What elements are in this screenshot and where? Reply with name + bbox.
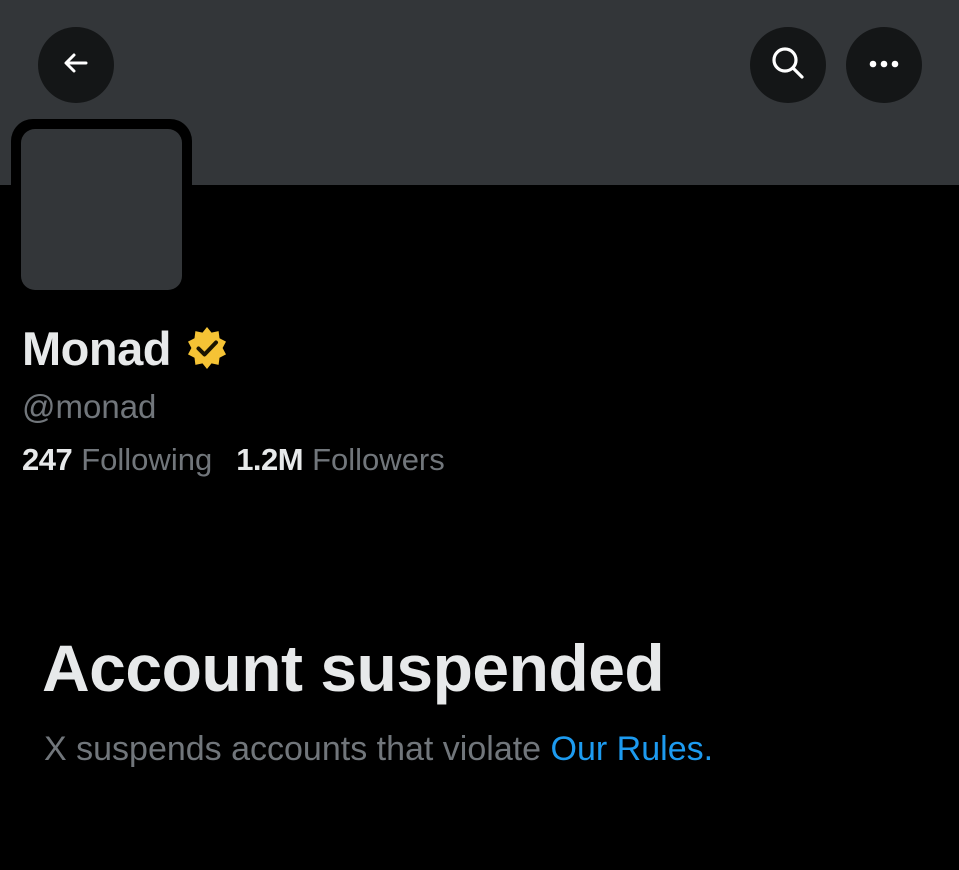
more-options-button[interactable] xyxy=(846,27,922,103)
follow-stats: 247 Following 1.2M Followers xyxy=(22,442,469,478)
suspension-message-text: X suspends accounts that violate xyxy=(44,730,542,768)
our-rules-link[interactable]: Our Rules xyxy=(551,730,704,768)
followers-label: Followers xyxy=(312,442,445,477)
suspension-title: Account suspended xyxy=(42,631,665,705)
following-count: 247 xyxy=(22,442,73,477)
following-label: Following xyxy=(81,442,213,477)
profile-name-row: Monad xyxy=(22,318,229,378)
search-button[interactable] xyxy=(750,27,826,103)
suspension-period: . xyxy=(703,730,714,768)
followers-link[interactable]: 1.2M Followers xyxy=(236,442,445,478)
more-horizontal-icon xyxy=(867,56,901,74)
profile-handle: @monad xyxy=(22,388,157,425)
verified-gold-icon[interactable] xyxy=(185,326,229,370)
followers-count: 1.2M xyxy=(236,442,304,477)
search-icon xyxy=(769,44,807,87)
following-link[interactable]: 247 Following xyxy=(22,442,212,478)
display-name: Monad xyxy=(22,321,171,375)
back-button[interactable] xyxy=(38,27,114,103)
arrow-left-icon xyxy=(60,47,92,84)
suspension-message: X suspends accounts that violate Our Rul… xyxy=(44,730,713,769)
avatar[interactable] xyxy=(21,129,182,290)
